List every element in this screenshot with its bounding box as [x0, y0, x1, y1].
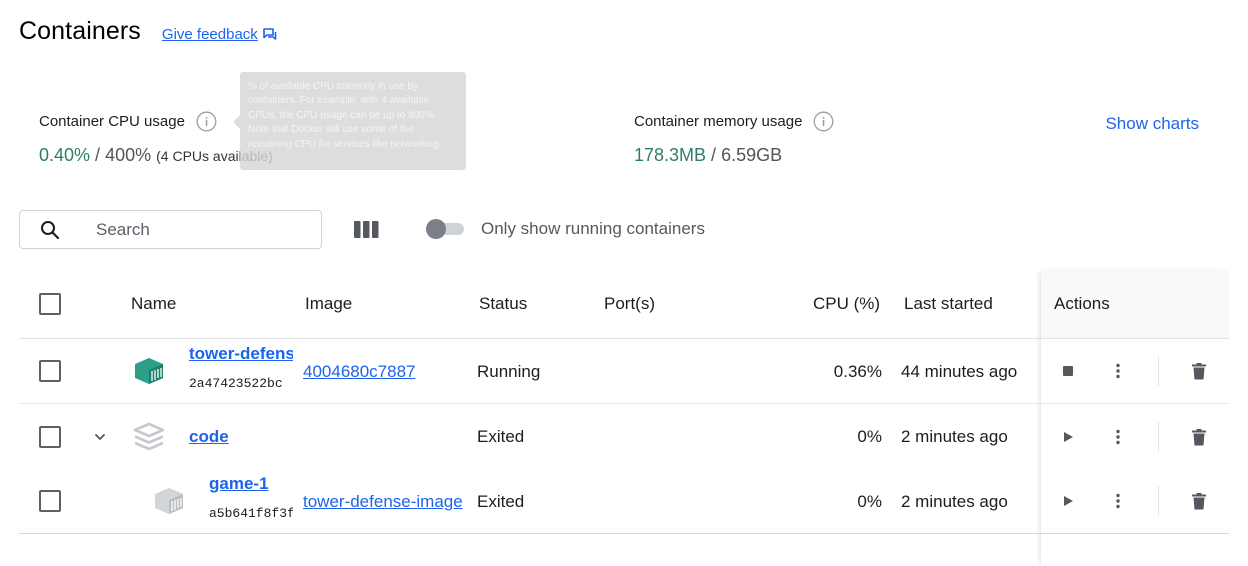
more-options-icon[interactable] — [1107, 360, 1129, 382]
memory-separator: / — [706, 145, 722, 165]
cpu-usage-label: Container CPU usage — [39, 113, 185, 130]
show-charts-button[interactable]: Show charts — [1105, 114, 1199, 134]
table-bottom-border — [19, 533, 1229, 534]
memory-total: 6.59GB — [721, 145, 783, 165]
column-header-last-started[interactable]: Last started — [904, 294, 993, 314]
column-header-name[interactable]: Name — [131, 294, 176, 314]
give-feedback-link[interactable]: Give feedback — [162, 26, 277, 43]
select-all-checkbox[interactable] — [39, 293, 61, 315]
cpu-used: 0.40% — [39, 145, 91, 165]
action-divider — [1158, 422, 1159, 452]
delete-icon[interactable] — [1188, 490, 1210, 512]
cpu-usage-tooltip: % of available CPU currently in use by c… — [240, 72, 466, 170]
search-input[interactable] — [96, 219, 296, 240]
container-image-link[interactable]: 4004680c7887 — [303, 362, 463, 382]
search-box[interactable] — [19, 210, 322, 249]
memory-info-icon[interactable] — [813, 111, 834, 132]
container-name-link[interactable]: tower-defense — [189, 344, 293, 364]
chevron-down-icon[interactable] — [92, 429, 108, 445]
column-header-ports[interactable]: Port(s) — [604, 294, 655, 314]
container-last-started: 2 minutes ago — [901, 427, 1008, 446]
delete-icon[interactable] — [1188, 426, 1210, 448]
column-header-status[interactable]: Status — [479, 294, 527, 314]
cpu-total: 400% — [105, 145, 152, 165]
container-cpu: 0.36% — [833, 362, 882, 381]
running-only-label: Only show running containers — [481, 219, 705, 238]
more-options-icon[interactable] — [1107, 426, 1129, 448]
table-row[interactable]: tower-defense 2a47423522bc 4004680c7887 … — [19, 339, 1229, 404]
column-header-actions: Actions — [1054, 294, 1110, 313]
container-last-started: 2 minutes ago — [901, 492, 1008, 511]
action-divider — [1158, 356, 1159, 386]
memory-usage-value: 178.3MB / 6.59GB — [634, 145, 834, 166]
play-icon[interactable] — [1057, 490, 1079, 512]
container-name-link[interactable]: game-1 — [209, 474, 293, 494]
stack-icon — [132, 421, 166, 453]
cpu-usage-value: 0.40% / 400% (4 CPUs available) — [39, 145, 273, 166]
memory-used: 178.3MB — [634, 145, 707, 165]
container-name-link[interactable]: code — [189, 427, 229, 447]
search-icon — [40, 220, 60, 240]
row-checkbox[interactable] — [39, 360, 61, 382]
cpu-separator: / — [90, 145, 106, 165]
tooltip-caret — [233, 115, 240, 129]
row-checkbox[interactable] — [39, 490, 61, 512]
more-options-icon[interactable] — [1107, 490, 1129, 512]
column-header-image[interactable]: Image — [305, 294, 352, 314]
container-image-link[interactable]: tower-defense-image — [303, 492, 467, 512]
cpu-info-icon[interactable] — [196, 111, 217, 132]
delete-icon[interactable] — [1188, 360, 1210, 382]
play-icon[interactable] — [1057, 426, 1079, 448]
table-row[interactable]: game-1 a5b641f8f3f tower-defense-image E… — [19, 470, 1229, 533]
feedback-icon — [262, 28, 277, 40]
page-header: Containers Give feedback — [19, 17, 277, 46]
container-status: Exited — [477, 492, 525, 511]
container-id: 2a47423522bc — [189, 376, 283, 391]
container-last-started: 44 minutes ago — [901, 362, 1018, 381]
toggle-knob — [426, 219, 446, 239]
container-stopped-icon — [153, 487, 185, 515]
columns-icon[interactable] — [354, 220, 379, 239]
page-title: Containers — [19, 17, 141, 45]
stop-icon[interactable] — [1057, 360, 1079, 382]
memory-usage-stat: Container memory usage 178.3MB / 6.59GB — [634, 111, 834, 166]
container-id: a5b641f8f3f — [209, 506, 293, 521]
memory-usage-label-row: Container memory usage — [634, 111, 834, 132]
containers-table: Name Image Status Port(s) CPU (%) Last s… — [19, 270, 1229, 521]
container-cpu: 0% — [857, 492, 882, 511]
row-checkbox[interactable] — [39, 426, 61, 448]
running-only-toggle[interactable] — [426, 219, 464, 239]
container-status: Exited — [477, 427, 525, 446]
container-cpu: 0% — [857, 427, 882, 446]
action-divider — [1158, 486, 1159, 516]
container-status: Running — [477, 362, 541, 381]
column-header-cpu[interactable]: CPU (%) — [813, 294, 880, 314]
table-header: Name Image Status Port(s) CPU (%) Last s… — [19, 270, 1229, 339]
container-running-icon — [133, 357, 165, 385]
memory-usage-label: Container memory usage — [634, 113, 803, 130]
table-row[interactable]: code Exited 0% 2 minutes ago — [19, 404, 1229, 470]
give-feedback-label: Give feedback — [161, 26, 258, 43]
